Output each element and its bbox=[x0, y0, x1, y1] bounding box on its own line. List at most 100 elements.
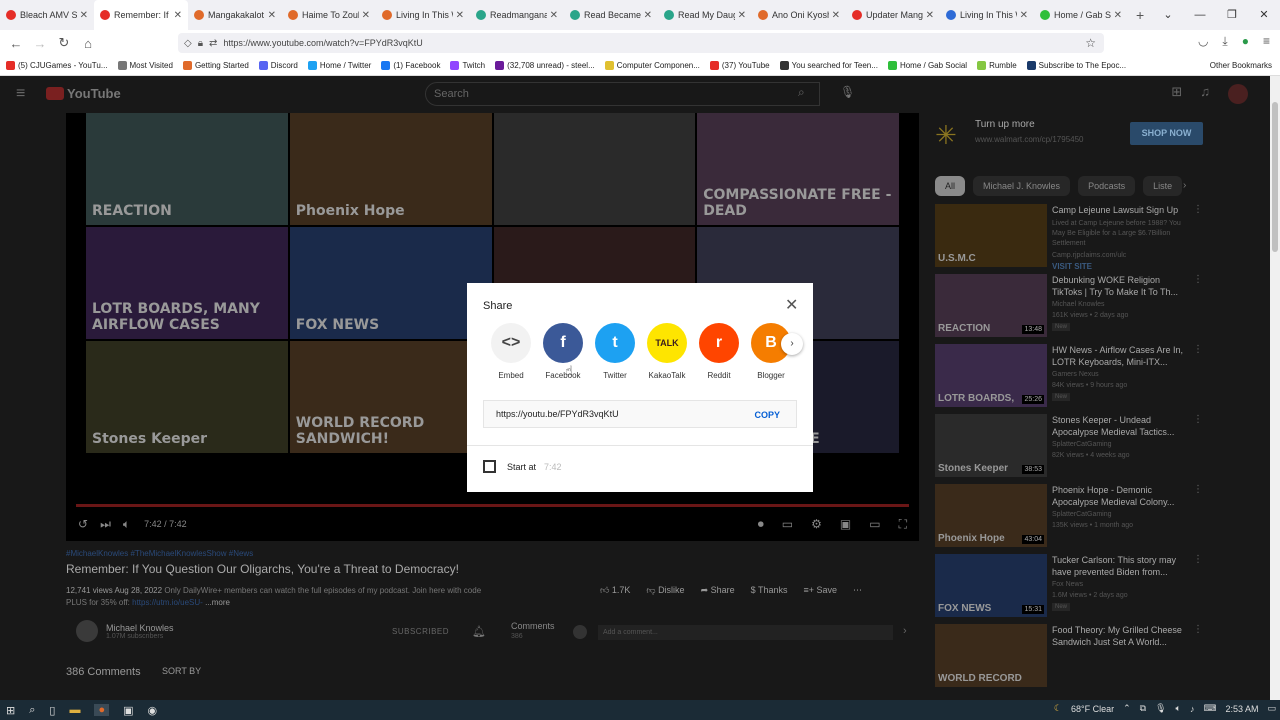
notification-icon[interactable]: ▭ bbox=[1267, 703, 1276, 714]
mic-icon[interactable]: 🎙︎ bbox=[1155, 703, 1166, 714]
next-icon[interactable]: ⏭︎ bbox=[100, 517, 111, 532]
notification-bell-icon[interactable]: 🔔︎ bbox=[472, 625, 486, 638]
volume-icon[interactable]: 🔈︎ bbox=[123, 517, 130, 532]
browser-tab[interactable]: Living In This W✕ bbox=[940, 0, 1034, 30]
recommendation-thumbnail[interactable]: Phoenix Hope 43:04 bbox=[935, 484, 1047, 547]
more-actions-icon[interactable]: ⋯ bbox=[853, 585, 862, 596]
weather-text[interactable]: 68°F Clear bbox=[1071, 704, 1114, 714]
recommendation-title[interactable]: Phoenix Hope - Demonic Apocalypse Mediev… bbox=[1052, 484, 1192, 508]
twitter-icon[interactable]: t bbox=[595, 323, 635, 363]
search-input[interactable]: Search bbox=[425, 82, 820, 106]
share-link-box[interactable]: https://youtu.be/FPYdR3vqKtU COPY bbox=[483, 400, 797, 428]
share-embed[interactable]: <> Embed bbox=[485, 323, 537, 380]
volume-icon[interactable]: 🔈︎ bbox=[1176, 703, 1181, 714]
extension-icon[interactable]: ● bbox=[1242, 34, 1249, 49]
visit-site-button[interactable]: VISIT SITE bbox=[1052, 262, 1092, 271]
share-button[interactable]: ➦ Share bbox=[701, 585, 735, 596]
list-all-tabs-icon[interactable]: ⌄ bbox=[1152, 0, 1184, 30]
keyboard-icon[interactable]: ⌨ bbox=[1203, 703, 1216, 714]
recommendation-title[interactable]: Stones Keeper - Undead Apocalypse Mediev… bbox=[1052, 414, 1192, 438]
comment-input[interactable]: Add a comment... bbox=[598, 625, 893, 640]
app-icon[interactable]: ▣ bbox=[123, 704, 133, 717]
recommendation-channel[interactable]: Camp.rjpclaims.com/ulc bbox=[1052, 252, 1126, 259]
scrollbar-thumb[interactable] bbox=[1272, 102, 1278, 252]
close-icon[interactable]: ✕ bbox=[785, 295, 798, 315]
hamburger-icon[interactable]: ≡ bbox=[16, 85, 25, 103]
more-options-icon[interactable]: ⋮ bbox=[1193, 344, 1203, 355]
sort-by-button[interactable]: SORT BY bbox=[162, 666, 201, 676]
chevron-right-icon[interactable]: › bbox=[781, 333, 803, 355]
bookmark-item[interactable]: Subscribe to The Epoc... bbox=[1026, 61, 1126, 70]
network-icon[interactable]: ⧉ bbox=[1140, 703, 1146, 714]
folder-icon[interactable]: ▬ bbox=[69, 704, 80, 716]
minimize-icon[interactable]: — bbox=[1184, 0, 1216, 30]
bookmark-item[interactable]: Getting Started bbox=[182, 61, 249, 70]
browser-tab[interactable]: Home / Gab So ✕ bbox=[1034, 0, 1128, 30]
filter-chip[interactable]: Liste bbox=[1143, 176, 1183, 196]
browser-tab[interactable]: Read My Daught✕ bbox=[658, 0, 752, 30]
browser-tab[interactable]: Ano Oni Kyoshi ✕ bbox=[752, 0, 846, 30]
reload-icon[interactable]: ↻ bbox=[52, 35, 76, 51]
thanks-button[interactable]: $ Thanks bbox=[751, 585, 788, 596]
lock-icon[interactable]: 🔒︎ bbox=[198, 38, 203, 49]
autoplay-toggle[interactable]: ⏺ bbox=[758, 517, 764, 532]
theater-icon[interactable]: ▭ bbox=[869, 517, 880, 532]
fullscreen-icon[interactable]: ⛶ bbox=[899, 517, 907, 532]
tab-close-icon[interactable]: ✕ bbox=[738, 10, 746, 21]
endscreen-thumbnail[interactable]: Stones Keeper bbox=[86, 341, 288, 453]
recommendation-channel[interactable]: Gamers Nexus bbox=[1052, 371, 1099, 378]
browser-tab[interactable]: Remember: If Yo✕ bbox=[94, 0, 188, 30]
permissions-icon[interactable]: ⇄ bbox=[209, 38, 217, 49]
channel-avatar[interactable] bbox=[76, 620, 98, 642]
endscreen-thumbnail[interactable]: WORLD RECORD SANDWICH! bbox=[289, 341, 492, 453]
clock[interactable]: 2:53 AM bbox=[1225, 704, 1258, 714]
filter-chip[interactable]: Michael J. Knowles bbox=[973, 176, 1071, 196]
avatar[interactable] bbox=[1228, 84, 1248, 104]
start-at-time[interactable]: 7:42 bbox=[544, 462, 562, 472]
tab-close-icon[interactable]: ✕ bbox=[832, 10, 840, 21]
tab-close-icon[interactable]: ✕ bbox=[456, 10, 464, 21]
recommendation-item[interactable]: Phoenix Hope 43:04 Phoenix Hope - Demonic … bbox=[935, 484, 1215, 548]
recommendation-thumbnail[interactable]: REACTION 13:48 bbox=[935, 274, 1047, 337]
browser-tab[interactable]: Bleach AMV Sa ✕ bbox=[0, 0, 94, 30]
tab-close-icon[interactable]: ✕ bbox=[1020, 10, 1028, 21]
restore-icon[interactable]: ❐ bbox=[1216, 0, 1248, 30]
settings-icon[interactable]: ⚙ bbox=[811, 517, 822, 532]
recommendation-channel[interactable]: Fox News bbox=[1052, 581, 1083, 588]
endscreen-thumbnail[interactable]: Phoenix Hope bbox=[289, 113, 492, 225]
close-window-icon[interactable]: ✕ bbox=[1248, 0, 1280, 30]
search-icon[interactable]: ⌕ bbox=[29, 704, 35, 717]
back-icon[interactable]: ← bbox=[4, 36, 28, 51]
chevron-right-icon[interactable]: › bbox=[1183, 180, 1186, 191]
replay-icon[interactable]: ↺ bbox=[78, 517, 88, 531]
tab-close-icon[interactable]: ✕ bbox=[362, 10, 370, 21]
tray-up-icon[interactable]: ⌃ bbox=[1123, 703, 1131, 714]
more-options-icon[interactable]: ⋮ bbox=[1193, 484, 1203, 495]
mic-icon[interactable]: 🎙︎ bbox=[840, 85, 855, 99]
bookmark-star-icon[interactable]: ☆ bbox=[1085, 36, 1096, 50]
more-options-icon[interactable]: ⋮ bbox=[1193, 274, 1203, 285]
bell-icon[interactable]: ♫ bbox=[1200, 84, 1210, 104]
browser-tab[interactable]: Updater Mange ✕ bbox=[846, 0, 940, 30]
endscreen-thumbnail[interactable]: FOX NEWS bbox=[289, 227, 492, 339]
share-facebook[interactable]: f Facebook bbox=[537, 323, 589, 380]
recommendation-item[interactable]: WORLD RECORD Food Theory: My Grilled Chee… bbox=[935, 624, 1215, 688]
save-button[interactable]: ≡+ Save bbox=[804, 585, 838, 596]
bookmark-item[interactable]: Home / Gab Social bbox=[887, 61, 967, 70]
recommendation-thumbnail[interactable]: Stones Keeper 38:53 bbox=[935, 414, 1047, 477]
recommendation-item[interactable]: U.S.M.C Camp Lejeune Lawsuit Sign Up Lived… bbox=[935, 204, 1215, 271]
endscreen-thumbnail[interactable]: LOTR BOARDS, MANY AIRFLOW CASES bbox=[86, 227, 288, 339]
recommendation-thumbnail[interactable]: LOTR BOARDS, 25:26 bbox=[935, 344, 1047, 407]
tab-close-icon[interactable]: ✕ bbox=[550, 10, 558, 21]
downloads-icon[interactable]: ⤓ bbox=[1222, 34, 1227, 49]
shop-now-button[interactable]: SHOP NOW bbox=[1130, 122, 1203, 145]
embed-icon[interactable]: <> bbox=[491, 323, 531, 363]
bookmark-item[interactable]: Twitch bbox=[450, 61, 485, 70]
recommendation-item[interactable]: Stones Keeper 38:53 Stones Keeper - Undead… bbox=[935, 414, 1215, 478]
endscreen-thumbnail[interactable]: COMPASSIONATE FREE - DEAD bbox=[697, 113, 899, 225]
bookmark-item[interactable]: You searched for Teen... bbox=[779, 61, 878, 70]
bookmark-item[interactable]: Discord bbox=[258, 61, 298, 70]
recommendation-channel[interactable]: SplatterCatGaming bbox=[1052, 441, 1112, 448]
tab-close-icon[interactable]: ✕ bbox=[80, 10, 88, 21]
tab-close-icon[interactable]: ✕ bbox=[926, 10, 934, 21]
